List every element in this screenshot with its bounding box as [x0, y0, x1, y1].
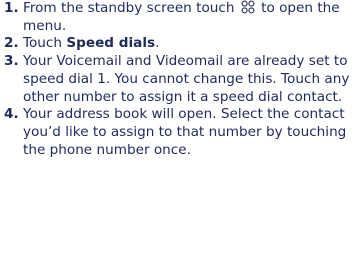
step-text: From the standby screen touch — [23, 0, 235, 16]
step-4: 4. Your address book will open. Select th… — [4, 106, 360, 159]
step-3: 3. Your Voicemail and Videomail are alrea… — [4, 53, 360, 106]
step-1: 1. From the standby screen touch to open … — [4, 0, 360, 35]
step-text: Your address book will open. Select the … — [23, 106, 347, 158]
step-number: 2. — [4, 35, 19, 52]
step-2: 2. Touch Speed dials. — [4, 35, 360, 53]
step-text: . — [155, 35, 160, 52]
menu-grid-icon — [241, 0, 255, 14]
instruction-steps: 1. From the standby screen touch to open … — [4, 0, 360, 159]
step-text: Your Voicemail and Videomail are already… — [23, 53, 350, 105]
speed-dials-label: Speed dials — [66, 35, 156, 52]
step-number: 4. — [4, 106, 19, 123]
step-text: Touch — [23, 35, 63, 52]
step-number: 1. — [4, 0, 19, 16]
step-number: 3. — [4, 53, 19, 70]
